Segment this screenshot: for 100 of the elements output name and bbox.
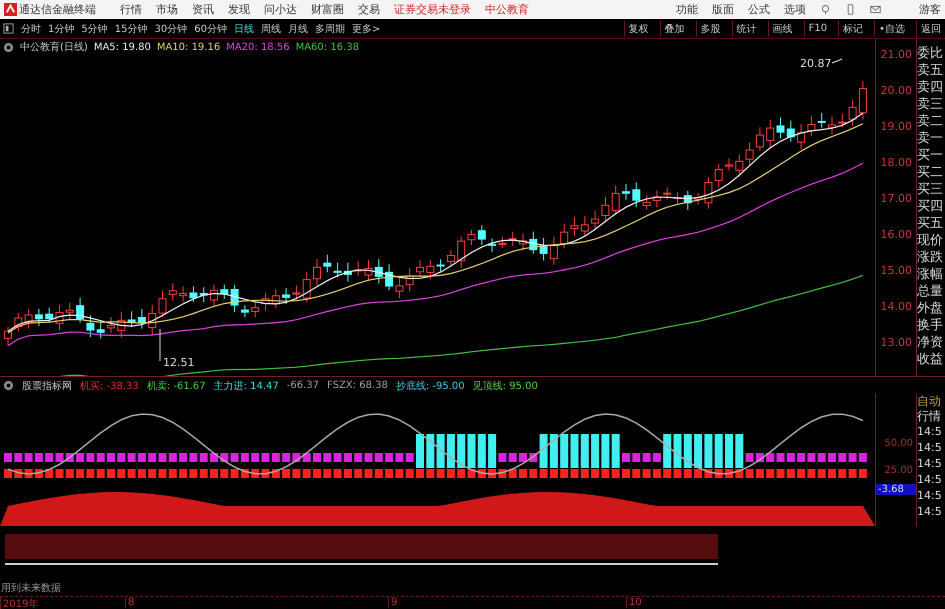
- indicator-tick-label: 50.00: [884, 438, 913, 449]
- candlestick: [76, 297, 84, 324]
- candlestick: [550, 236, 558, 266]
- quote-label: 买五: [917, 215, 944, 232]
- candlestick: [838, 114, 846, 128]
- menu-item[interactable]: 财富圈: [311, 2, 344, 17]
- candlestick: [56, 304, 64, 330]
- candlestick: [354, 260, 362, 276]
- candlestick: [848, 99, 857, 126]
- period-tab[interactable]: 15分钟: [114, 22, 148, 36]
- candlestick: [374, 258, 383, 284]
- quote-label: 买四: [917, 198, 944, 215]
- candlestick: [508, 231, 517, 247]
- candlestick: [262, 292, 270, 312]
- candlestick: [642, 194, 651, 210]
- candlestick: [818, 112, 826, 128]
- tick-time: 14:5: [917, 488, 943, 504]
- candlestick: [725, 158, 733, 172]
- candlestick: [158, 290, 166, 318]
- price-tick-label: 13.00: [880, 336, 912, 349]
- panel-tab[interactable]: 自动: [917, 394, 945, 409]
- candlestick: [323, 254, 332, 273]
- candlestick: [457, 236, 466, 268]
- future-data-note: 用到未来数据: [1, 582, 61, 595]
- period-tab[interactable]: 周线: [260, 22, 281, 36]
- candlestick: [14, 312, 22, 332]
- candlestick: [560, 223, 568, 249]
- candlestick: [468, 229, 476, 246]
- period-tab[interactable]: 多周期: [314, 22, 345, 36]
- period-tab[interactable]: 月线: [288, 22, 308, 36]
- candlestick: [776, 117, 784, 139]
- candlestick: [426, 260, 434, 280]
- period-tab[interactable]: 5分钟: [81, 22, 108, 36]
- quote-label: 买三: [917, 181, 944, 198]
- price-tick-label: 15.00: [880, 264, 912, 277]
- mail-icon[interactable]: [870, 4, 881, 15]
- indicator-value: FSZX: 68.38: [327, 380, 388, 391]
- indicator-value: -66.37: [286, 380, 320, 391]
- price-tick-label: 16.00: [880, 228, 912, 241]
- phone-icon[interactable]: [845, 4, 856, 15]
- candlestick: [632, 182, 640, 208]
- indicator-name[interactable]: 股票指标网: [22, 378, 72, 392]
- period-tab[interactable]: 60分钟: [194, 22, 227, 36]
- tick-time: 14:5: [917, 440, 943, 456]
- tick-time: 14:5: [917, 472, 943, 488]
- period-tab[interactable]: 30分钟: [154, 22, 188, 36]
- indicator-tick-label: 25.00: [884, 465, 913, 476]
- candlestick: [395, 278, 404, 298]
- candlestick: [385, 264, 394, 291]
- period-tab[interactable]: 1分钟: [48, 22, 74, 36]
- candlestick: [107, 316, 115, 334]
- period-tab[interactable]: 分时: [21, 22, 41, 36]
- candlestick: [292, 285, 300, 300]
- candlestick: [570, 216, 578, 236]
- candlestick: [488, 238, 496, 253]
- tick-time: 14:5: [917, 456, 943, 472]
- candlestick: [436, 258, 445, 272]
- quote-label: 总量: [917, 283, 944, 300]
- quote-label: 涨跌: [917, 249, 944, 266]
- menu-item[interactable]: 问小达: [264, 2, 297, 17]
- settings-icon[interactable]: [3, 380, 14, 391]
- candlestick: [86, 314, 94, 338]
- panel-tab[interactable]: 行情: [917, 409, 945, 424]
- app-logo-icon: [4, 3, 17, 16]
- panel-toggle-icon[interactable]: [3, 23, 14, 34]
- candlestick: [714, 163, 723, 188]
- price-tick-label: 17.00: [880, 192, 912, 205]
- candlestick: [601, 196, 610, 224]
- candlestick: [128, 310, 136, 328]
- candlestick: [684, 190, 692, 210]
- tool-menu-item[interactable]: 公式: [748, 2, 770, 17]
- period-tab[interactable]: 日线: [234, 22, 254, 36]
- candlestick: [406, 268, 414, 292]
- user-link[interactable]: 游客: [919, 2, 941, 17]
- candlestick: [858, 80, 867, 120]
- candlestick: [529, 231, 538, 254]
- candlestick: [746, 142, 754, 166]
- candlestick: [210, 284, 218, 307]
- candlestick: [580, 216, 589, 237]
- menu-item[interactable]: 发现: [228, 2, 250, 17]
- menu-item[interactable]: 交易: [358, 2, 380, 17]
- price-tick-label: 20.00: [880, 84, 912, 97]
- candlestick: [612, 184, 620, 216]
- candlestick: [168, 282, 177, 302]
- candlestick: [652, 190, 661, 208]
- tool-menu-item[interactable]: 功能: [676, 2, 698, 17]
- candlestick: [34, 308, 43, 326]
- tool-menu-item[interactable]: 选项: [784, 2, 806, 17]
- candlestick: [828, 116, 836, 135]
- tick-time: 14:5: [917, 504, 943, 520]
- menu-item[interactable]: 行情: [120, 2, 142, 17]
- settings-icon[interactable]: [3, 42, 14, 52]
- candlestick: [735, 154, 744, 178]
- menu-item[interactable]: 市场: [156, 2, 178, 17]
- login-status[interactable]: 证券交易未登录: [394, 2, 471, 17]
- tool-menu-item[interactable]: 版面: [712, 2, 734, 17]
- candlestick: [230, 284, 239, 313]
- menu-item[interactable]: 资讯: [192, 2, 214, 17]
- period-tab[interactable]: 更多>: [352, 22, 380, 36]
- time-axis-label: 9: [388, 597, 398, 608]
